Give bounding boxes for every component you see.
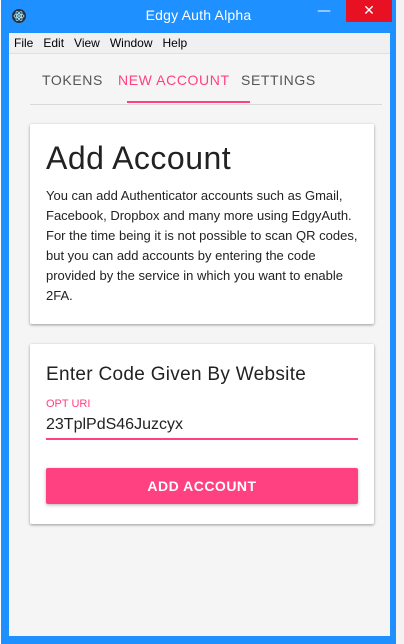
add-account-form-card: Enter Code Given By Website OPT URI ADD … [30, 344, 374, 524]
app-window: Edgy Auth Alpha — ✕ File Edit View Window He… [1, 0, 396, 644]
menu-help[interactable]: Help [158, 33, 193, 50]
tab-settings[interactable]: SETTINGS [241, 72, 316, 88]
close-button[interactable]: ✕ [346, 0, 392, 22]
app-content: TOKENS NEW ACCOUNT SETTINGS Add Account … [9, 54, 390, 636]
intro-card: Add Account You can add Authenticator ac… [30, 124, 374, 324]
tab-bar: TOKENS NEW ACCOUNT SETTINGS [30, 54, 382, 105]
intro-title: Add Account [46, 140, 232, 176]
menu-window[interactable]: Window [105, 33, 158, 50]
intro-text: You can add Authenticator accounts such … [46, 188, 358, 303]
active-tab-indicator [127, 101, 250, 103]
minimize-icon: — [317, 3, 331, 19]
title-bar[interactable]: Edgy Auth Alpha — ✕ [1, 0, 396, 33]
menu-bar: File Edit View Window Help [9, 33, 390, 54]
menu-file[interactable]: File [9, 33, 38, 50]
tab-tokens[interactable]: TOKENS [42, 72, 103, 88]
menu-edit[interactable]: Edit [38, 33, 69, 50]
opt-uri-input[interactable] [46, 412, 358, 440]
opt-uri-label: OPT URI [46, 398, 91, 410]
add-account-button[interactable]: ADD ACCOUNT [46, 468, 358, 504]
form-title: Enter Code Given By Website [46, 364, 307, 385]
menu-view[interactable]: View [69, 33, 105, 50]
close-icon: ✕ [363, 3, 375, 19]
tab-new-account[interactable]: NEW ACCOUNT [118, 72, 230, 88]
minimize-button[interactable]: — [301, 0, 347, 22]
